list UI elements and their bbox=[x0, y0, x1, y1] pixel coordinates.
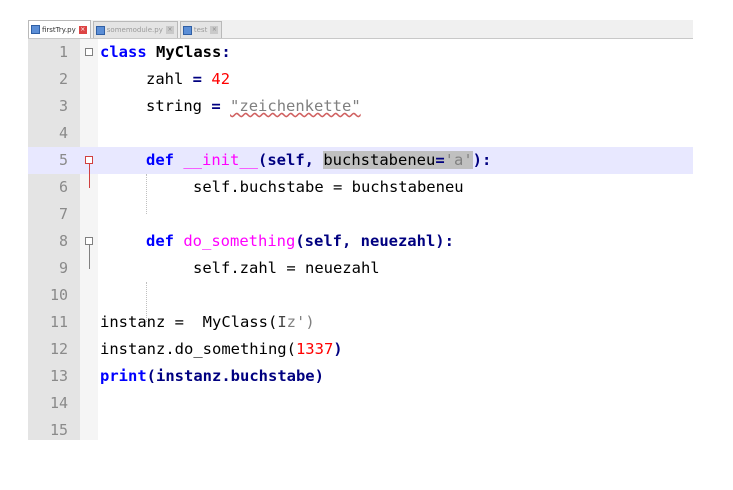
number-literal: 1337 bbox=[295, 340, 334, 358]
close-icon[interactable]: × bbox=[78, 25, 87, 34]
function-name: do_something bbox=[183, 232, 296, 250]
line-number: 5 bbox=[58, 151, 68, 169]
function-name: __init__ bbox=[183, 151, 258, 169]
line-number: 2 bbox=[58, 70, 68, 88]
args: (instanz.buchstabe) bbox=[146, 367, 324, 385]
line-number: 3 bbox=[58, 97, 68, 115]
close-icon[interactable]: × bbox=[165, 26, 174, 34]
punct: ): bbox=[472, 151, 492, 169]
line-number: 13 bbox=[49, 367, 68, 385]
punct: ) bbox=[333, 340, 343, 358]
code-line-13: print(instanz.buchstabe) bbox=[100, 363, 324, 390]
code-text: instanz.do_something( bbox=[100, 340, 296, 358]
code-line-9: self.zahl = neuezahl bbox=[193, 259, 380, 277]
tab-label: firstTry.py bbox=[42, 25, 76, 34]
code-line-11: instanz = MyClass(Iz') bbox=[100, 309, 315, 336]
punct: : bbox=[221, 43, 231, 61]
file-icon bbox=[31, 25, 40, 34]
operator: = bbox=[211, 97, 221, 115]
string-literal: "zeichenkette" bbox=[230, 97, 361, 115]
string-literal: z') bbox=[286, 313, 315, 331]
code-text: instanz = MyClass( bbox=[100, 313, 278, 331]
builtin-function: print bbox=[100, 367, 147, 385]
code-line-6: self.buchstabe = buchstabeneu bbox=[193, 178, 464, 196]
code-line-12: instanz.do_something(1337) bbox=[100, 336, 343, 363]
tab-test[interactable]: test × bbox=[179, 21, 223, 38]
tab-label: test bbox=[193, 26, 208, 34]
operator: = bbox=[192, 70, 203, 88]
selected-text: buchstabeneu bbox=[323, 151, 436, 169]
code-line-2: zahl = 42 bbox=[146, 66, 230, 93]
line-number: 8 bbox=[58, 232, 68, 250]
line-number: 7 bbox=[58, 205, 68, 223]
identifier: zahl bbox=[146, 70, 184, 88]
identifier: string bbox=[146, 97, 202, 115]
line-number: 10 bbox=[49, 286, 68, 304]
indent-guide bbox=[146, 174, 147, 214]
file-icon bbox=[182, 25, 192, 35]
text-cursor: I bbox=[277, 313, 287, 331]
tab-bar: firstTry.py × somemodule.py × test × bbox=[28, 20, 693, 39]
line-number: 6 bbox=[58, 178, 68, 196]
fold-toggle-icon[interactable] bbox=[85, 48, 93, 56]
string-literal: 'a' bbox=[444, 151, 473, 169]
args: (self, bbox=[258, 151, 324, 169]
tab-somemodule[interactable]: somemodule.py × bbox=[92, 21, 178, 38]
code-line-8: def do_something(self, neuezahl): bbox=[146, 228, 454, 255]
fold-line bbox=[89, 245, 90, 269]
tab-label: somemodule.py bbox=[106, 26, 163, 34]
class-name: MyClass bbox=[156, 43, 222, 61]
code-line-3: string = "zeichenkette" bbox=[146, 93, 361, 120]
line-number: 14 bbox=[49, 394, 68, 412]
line-number: 4 bbox=[58, 124, 68, 142]
fold-toggle-icon[interactable] bbox=[85, 156, 93, 164]
number-literal: 42 bbox=[211, 70, 231, 88]
line-number: 15 bbox=[49, 421, 68, 439]
keyword: def bbox=[146, 151, 174, 169]
keyword: class bbox=[100, 43, 147, 61]
close-icon[interactable]: × bbox=[210, 26, 219, 34]
args: (self, neuezahl): bbox=[295, 232, 454, 250]
fold-line bbox=[89, 164, 90, 188]
line-number: 1 bbox=[58, 43, 68, 61]
line-number: 11 bbox=[49, 313, 68, 331]
code-editor[interactable]: 1 2 3 4 5 6 7 8 9 10 11 12 13 14 15 clas… bbox=[28, 39, 693, 440]
tab-firsttry[interactable]: firstTry.py × bbox=[28, 20, 91, 38]
fold-toggle-icon[interactable] bbox=[85, 237, 93, 245]
file-icon bbox=[95, 25, 105, 35]
line-number: 12 bbox=[49, 340, 68, 358]
line-number: 9 bbox=[58, 259, 68, 277]
keyword: def bbox=[146, 232, 174, 250]
code-line-5: def __init__(self, buchstabeneu='a'): bbox=[146, 147, 491, 174]
code-line-1: class MyClass: bbox=[100, 39, 231, 66]
operator: = bbox=[435, 151, 445, 169]
